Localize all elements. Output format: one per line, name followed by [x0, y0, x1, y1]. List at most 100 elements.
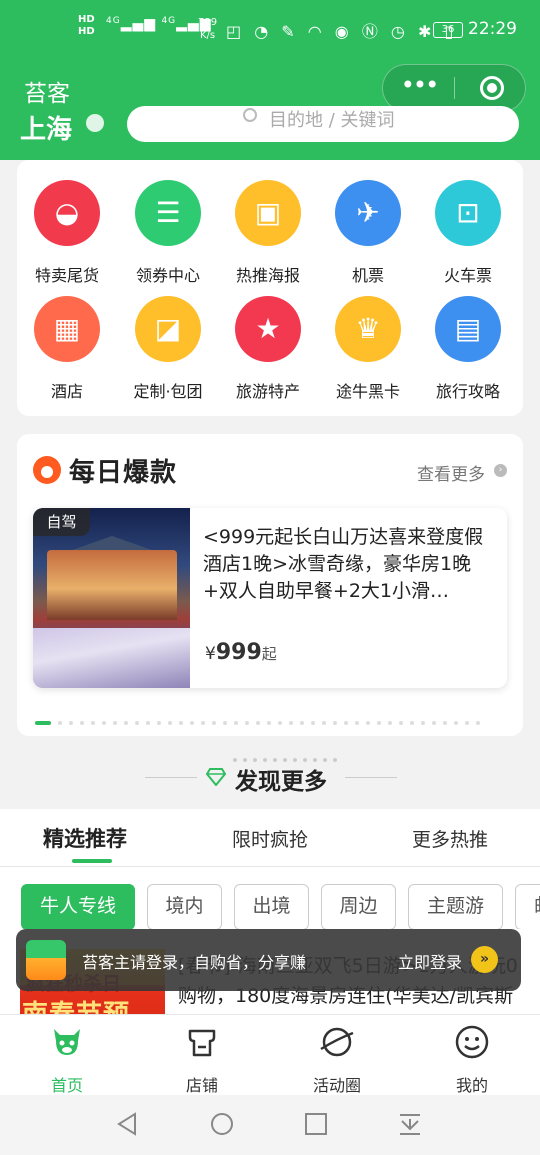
divider-left [145, 777, 197, 778]
pagination-dot [443, 720, 447, 725]
nav-home[interactable]: 首页 [17, 1023, 117, 1096]
network-label-1: 4G [106, 16, 121, 26]
pagination-dot [256, 720, 260, 725]
shop-icon [188, 1029, 216, 1057]
category-label: 途牛黑卡 [335, 382, 400, 401]
capsule-divider [454, 77, 455, 99]
deal-price: ¥999起 [205, 640, 277, 665]
pagination-dot [377, 720, 381, 725]
category-label: 热推海报 [235, 266, 300, 285]
category-item[interactable]: ◒ 特卖尾货 [17, 180, 117, 286]
category-label: 旅游特产 [235, 382, 300, 401]
plane-icon: ✈ [335, 180, 401, 246]
back-icon[interactable] [115, 1111, 141, 1137]
pagination-dot [135, 720, 139, 725]
city-selector[interactable]: 上海 [20, 109, 72, 146]
pagination-dot [102, 720, 106, 725]
recents-icon[interactable] [303, 1111, 329, 1137]
battery-icon: 36 [433, 22, 463, 38]
hotel-building [47, 550, 177, 620]
search-placeholder: 目的地 / 关键词 [269, 110, 395, 131]
pagination-dot [300, 720, 304, 725]
category-label: 旅行攻略 [435, 382, 500, 401]
tab-featured[interactable]: 精选推荐 [43, 823, 127, 853]
flame-icon [33, 456, 61, 484]
chip-domestic[interactable]: 境内 [147, 884, 222, 929]
pagination-dot [421, 720, 425, 725]
smile-icon [455, 1025, 489, 1059]
category-item[interactable]: ▣ 热推海报 [218, 180, 318, 286]
more-dots-icon[interactable]: ••• [383, 65, 455, 111]
login-banner[interactable]: 苔客主请登录，自购省，分享赚 立即登录 » [16, 929, 521, 991]
category-item[interactable]: ◪ 定制·包团 [118, 296, 218, 402]
nav-shop-label: 店铺 [185, 1076, 218, 1095]
deal-description: <999元起长白山万达喜来登度假酒店1晚>冰雪奇缘，豪华房1晚+双人自助早餐+2… [203, 526, 484, 602]
double-chevron-right-icon[interactable]: » [471, 946, 498, 973]
nav-activity[interactable]: 活动圈 [287, 1023, 387, 1096]
signal-icon: 4G▂▄▆ 4G▂▄▆ [106, 16, 212, 32]
tab-flash-sale[interactable]: 限时疯抢 [232, 825, 308, 852]
pagination-dot [124, 720, 128, 725]
pagination-dot [311, 720, 315, 725]
category-item[interactable]: ★ 旅游特产 [218, 296, 318, 402]
price-suffix: 起 [261, 645, 277, 663]
coupon-icon: ☰ [135, 180, 201, 246]
pagination-dot [234, 720, 238, 725]
pagination-dot [69, 720, 73, 725]
notification-pull-icon[interactable] [397, 1111, 423, 1137]
feed-tabs: 精选推荐 限时疯抢 更多热推 [0, 809, 540, 867]
hd-label-1: HD [78, 14, 95, 25]
shop-logo-icon [26, 940, 66, 980]
pagination-dot [465, 720, 469, 725]
category-item[interactable]: ▤ 旅行攻略 [418, 296, 518, 402]
hd-indicator: HD HD [78, 14, 95, 38]
category-item[interactable]: ▦ 酒店 [17, 296, 117, 402]
nav-me[interactable]: 我的 [422, 1023, 522, 1096]
chip-nearby[interactable]: 周边 [321, 884, 396, 929]
chip-cruise[interactable]: 邮 [515, 884, 540, 929]
pagination-dot [454, 720, 458, 725]
pagination-dot [179, 720, 183, 725]
divider-right [345, 777, 397, 778]
category-label: 酒店 [50, 382, 83, 401]
thumb-line-2: 南春节预 [22, 994, 130, 1014]
snow-ground [33, 628, 190, 688]
deal-tag: 自驾 [33, 508, 90, 536]
speed-value: 739 [198, 17, 218, 28]
nav-shop[interactable]: 店铺 [152, 1023, 252, 1096]
daily-deals-title: 每日爆款 [69, 458, 178, 488]
pagination-dot [80, 720, 84, 725]
sale-icon: ◒ [34, 180, 100, 246]
pagination-dot [58, 720, 62, 725]
category-item[interactable]: ♛ 途牛黑卡 [318, 296, 418, 402]
login-button[interactable]: 立即登录 [398, 949, 462, 973]
chip-expert-line[interactable]: 牛人专线 [21, 884, 135, 929]
chip-theme-tour[interactable]: 主题游 [408, 884, 503, 929]
login-message: 苔客主请登录，自购省，分享赚 [82, 953, 307, 972]
category-item[interactable]: ✈ 机票 [318, 180, 418, 286]
clock: 22:29 [468, 19, 517, 39]
chip-outbound[interactable]: 出境 [234, 884, 309, 929]
close-target-icon[interactable] [480, 76, 504, 100]
pagination-dot [322, 720, 326, 725]
home-cow-icon [54, 1029, 80, 1055]
pagination-dot [366, 720, 370, 725]
category-item[interactable]: ⊡ 火车票 [418, 180, 518, 286]
pagination-dot [201, 720, 205, 725]
chevron-right-icon[interactable]: › [494, 464, 507, 477]
diamond-icon [206, 768, 226, 786]
pagination-dot [388, 720, 392, 725]
pagination-dot [355, 720, 359, 725]
tab-more-hot[interactable]: 更多热推 [412, 825, 488, 852]
search-input[interactable]: 目的地 / 关键词 [127, 106, 519, 142]
pagination-dot [476, 720, 480, 725]
chevron-down-icon[interactable] [86, 114, 104, 132]
deal-card[interactable]: 自驾 <999元起长白山万达喜来登度假酒店1晚>冰雪奇缘，豪华房1晚+双人自助早… [33, 508, 507, 688]
hd-label-2: HD [78, 26, 95, 37]
network-label-2: 4G [161, 16, 177, 26]
home-circle-icon[interactable] [209, 1111, 235, 1137]
network-speed: 739 K/s [198, 16, 217, 42]
see-more-link[interactable]: 查看更多 [417, 460, 485, 485]
category-item[interactable]: ☰ 领券中心 [118, 180, 218, 286]
price-value: 999 [215, 640, 262, 665]
